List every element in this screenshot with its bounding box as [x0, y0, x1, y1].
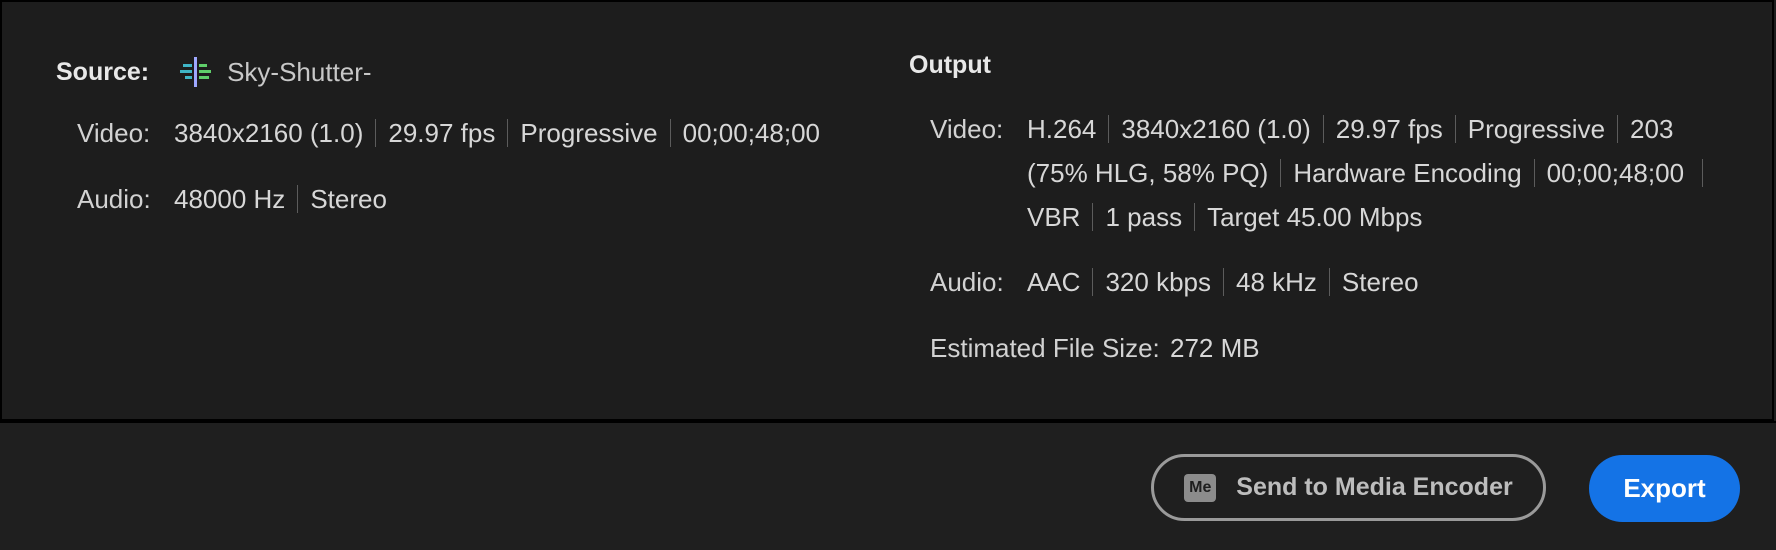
output-video-line-3: VBR 1 pass Target 45.00 Mbps	[1027, 199, 1422, 235]
separator	[375, 119, 377, 147]
output-video-encoding: Hardware Encoding	[1293, 157, 1522, 188]
export-label: Export	[1623, 473, 1706, 503]
source-header: Source: Sky-Shutter-	[56, 54, 372, 90]
source-video-scan: Progressive	[520, 117, 658, 148]
output-video-target-bitrate: Target 45.00 Mbps	[1207, 201, 1423, 232]
separator	[1454, 115, 1456, 143]
separator	[1322, 115, 1324, 143]
separator	[1617, 115, 1619, 143]
output-audio-samplerate: 48 kHz	[1236, 266, 1317, 297]
separator	[297, 185, 299, 213]
estimated-file-size-key: Estimated File Size:	[930, 332, 1160, 363]
separator	[1108, 115, 1110, 143]
separator	[1194, 203, 1196, 231]
separator	[1223, 268, 1224, 296]
output-audio-codec: AAC	[1027, 266, 1081, 297]
separator	[1533, 159, 1535, 187]
separator	[1092, 268, 1094, 296]
source-audio-row: Audio: 48000 Hz Stereo	[77, 181, 387, 217]
summary-panel: Source: Sky-Shutter- Video: 3840x2160 (1…	[0, 0, 1774, 421]
sequence-icon	[180, 57, 212, 87]
output-video-key: Video:	[930, 113, 1004, 144]
output-header: Output	[909, 50, 991, 79]
separator	[1280, 159, 1282, 187]
separator	[1702, 159, 1704, 187]
output-audio-key: Audio:	[930, 266, 1004, 297]
source-video-framerate: 29.97 fps	[388, 117, 496, 148]
source-video-resolution: 3840x2160 (1.0)	[174, 117, 364, 148]
output-video-line-1: H.264 3840x2160 (1.0) 29.97 fps Progress…	[1027, 111, 1673, 147]
output-video-framerate: 29.97 fps	[1335, 113, 1443, 144]
source-audio-channels: Stereo	[310, 183, 387, 214]
source-video-key: Video:	[77, 117, 151, 148]
media-encoder-icon: Me	[1184, 473, 1217, 502]
output-video-codec: H.264	[1027, 113, 1097, 144]
output-video-hdr-nits: 203	[1630, 113, 1674, 144]
output-audio-channels: Stereo	[1341, 266, 1419, 297]
send-to-media-encoder-button[interactable]: Me Send to Media Encoder	[1151, 454, 1546, 521]
source-label: Source:	[56, 57, 150, 86]
output-video-hdr-mix: (75% HLG, 58% PQ)	[1027, 157, 1269, 188]
output-video-passes: 1 pass	[1105, 201, 1183, 232]
source-name: Sky-Shutter-	[227, 56, 372, 87]
separator	[1328, 268, 1330, 296]
separator	[669, 119, 671, 147]
output-audio-line: AAC 320 kbps 48 kHz Stereo	[1027, 264, 1419, 300]
source-audio-key: Audio:	[77, 183, 151, 214]
separator	[507, 119, 509, 147]
output-video-duration: 00;00;48;00	[1546, 157, 1685, 188]
export-summary-page: Source: Sky-Shutter- Video: 3840x2160 (1…	[0, 0, 1776, 550]
source-audio-samplerate: 48000 Hz	[174, 183, 286, 214]
source-video-duration: 00;00;48;00	[682, 117, 820, 148]
send-to-media-encoder-label: Send to Media Encoder	[1236, 473, 1513, 501]
estimated-file-size-value: 272 MB	[1170, 332, 1260, 363]
separator	[1092, 203, 1094, 231]
output-audio-bitrate: 320 kbps	[1105, 266, 1211, 297]
output-video-line-2: (75% HLG, 58% PQ) Hardware Encoding 00;0…	[1027, 155, 1715, 191]
output-video-bitrate-mode: VBR	[1027, 201, 1081, 232]
source-video-row: Video: 3840x2160 (1.0) 29.97 fps Progres…	[77, 115, 820, 151]
output-video-resolution: 3840x2160 (1.0)	[1121, 113, 1311, 144]
output-video-scan: Progressive	[1467, 113, 1606, 144]
export-button[interactable]: Export	[1589, 455, 1740, 522]
